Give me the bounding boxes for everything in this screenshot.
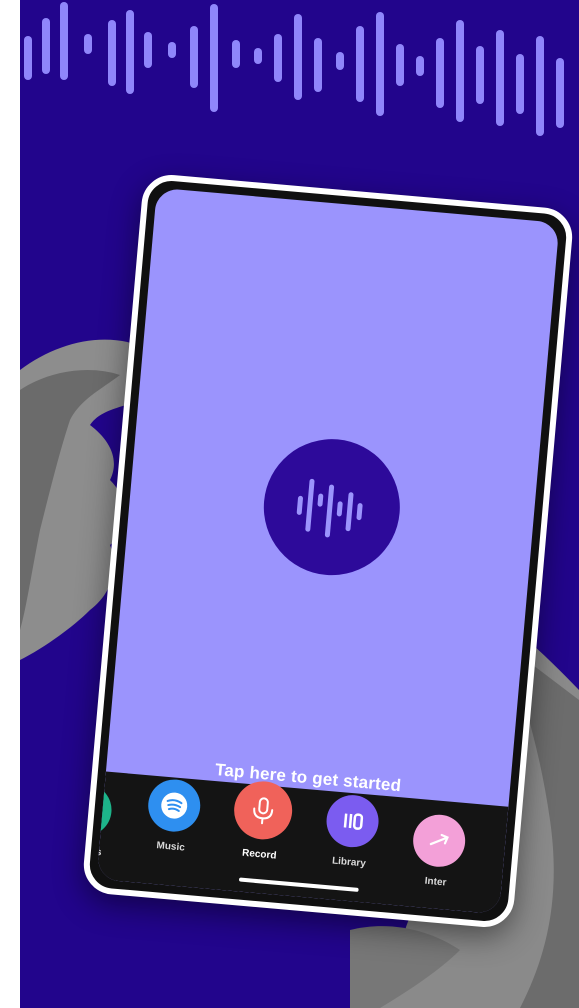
app-screen: Tap here to get started essages Music Re… — [96, 187, 560, 915]
nav-label-music: Music — [156, 840, 186, 854]
nav-label-library: Library — [331, 855, 367, 870]
nav-item-music[interactable]: Music — [125, 776, 221, 857]
interviews-icon — [429, 833, 449, 846]
messages-icon — [97, 782, 114, 838]
phone-device: Tap here to get started essages Music Re… — [81, 172, 575, 930]
nav-item-library[interactable]: Library — [304, 791, 400, 872]
nav-label-interviews: Inter — [424, 875, 447, 889]
home-indicator[interactable] — [238, 877, 359, 892]
app-logo — [258, 433, 406, 581]
spotify-icon — [161, 792, 188, 819]
waveform-decoration — [24, 2, 564, 136]
record-button[interactable] — [231, 778, 295, 842]
waveform-logo-icon — [296, 478, 363, 538]
nav-item-interviews[interactable]: Inter — [390, 811, 486, 892]
nav-label-messages: essages — [96, 843, 103, 859]
nav-item-record[interactable]: Record — [214, 778, 311, 865]
interviews-button[interactable] — [410, 812, 468, 869]
library-button[interactable] — [324, 793, 381, 850]
nav-label-record: Record — [241, 847, 277, 862]
library-icon — [343, 813, 364, 830]
music-button[interactable] — [146, 777, 203, 834]
microphone-icon — [253, 797, 274, 825]
promo-scene: Tap here to get started essages Music Re… — [20, 0, 579, 1008]
messages-button[interactable] — [96, 781, 114, 839]
